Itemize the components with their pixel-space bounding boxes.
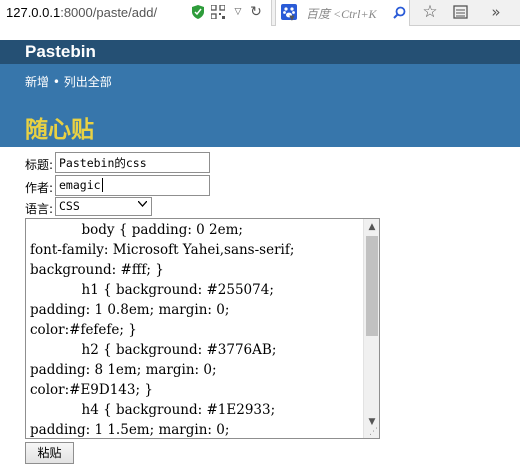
site-header: Pastebin 新增 • 列出全部 随心贴 bbox=[0, 40, 520, 147]
refresh-icon[interactable]: ↻ bbox=[248, 4, 264, 20]
code-line: font-family: Microsoft Yahei,sans-serif; bbox=[30, 242, 295, 258]
title-label: 标题: bbox=[25, 158, 54, 172]
code-line: background: #fff; } bbox=[30, 262, 164, 278]
address-bar[interactable]: 127.0.0.1:8000/paste/add/ ▽ ↻ bbox=[0, 0, 272, 26]
code-line: color:#fefefe; } bbox=[30, 322, 137, 338]
textarea-scrollbar[interactable]: ▲ ▼ bbox=[363, 219, 379, 438]
qr-icon[interactable] bbox=[210, 4, 226, 20]
language-select[interactable]: CSS bbox=[55, 197, 152, 216]
chevron-down-icon bbox=[137, 199, 148, 210]
scroll-thumb[interactable] bbox=[366, 236, 378, 336]
dropdown-icon[interactable]: ▽ bbox=[230, 4, 246, 20]
title-field[interactable]: Pastebin的css bbox=[55, 152, 210, 173]
search-input[interactable]: 百度 <Ctrl+K bbox=[306, 5, 377, 22]
search-bar[interactable]: ▼ 百度 <Ctrl+K bbox=[275, 0, 410, 26]
overflow-icon[interactable]: » bbox=[488, 3, 504, 21]
search-icon[interactable] bbox=[391, 4, 407, 20]
code-line: padding: 8 1em; margin: 0; bbox=[30, 362, 217, 378]
page-heading: 随心贴 bbox=[25, 117, 94, 143]
reader-icon[interactable] bbox=[452, 4, 468, 20]
scroll-up-icon[interactable]: ▲ bbox=[364, 219, 379, 235]
code-line: h2 { background: #3776AB; bbox=[30, 342, 277, 358]
code-line: body { padding: 0 2em; bbox=[30, 222, 243, 238]
site-title: Pastebin bbox=[25, 42, 96, 61]
nav-list-all-link[interactable]: 列出全部 bbox=[64, 75, 112, 89]
code-textarea[interactable]: body { padding: 0 2em; font-family: Micr… bbox=[25, 218, 380, 439]
browser-toolbar: 127.0.0.1:8000/paste/add/ ▽ ↻ ▼ 百度 <Ctrl… bbox=[0, 0, 520, 26]
author-label: 作者: bbox=[25, 181, 54, 195]
shield-icon[interactable] bbox=[190, 4, 206, 20]
search-engine-dropdown-icon[interactable]: ▼ bbox=[288, 14, 296, 22]
code-line: h1 { background: #255074; bbox=[30, 282, 274, 298]
nav-new-link[interactable]: 新增 bbox=[25, 75, 49, 89]
title-bar: Pastebin bbox=[0, 40, 520, 64]
paste-submit-button[interactable]: 粘贴 bbox=[25, 442, 74, 464]
code-line: h4 { background: #1E2933; bbox=[30, 402, 276, 418]
code-line: padding: 1 0.8em; margin: 0; bbox=[30, 302, 230, 318]
author-field[interactable]: emagic bbox=[55, 175, 210, 196]
site-nav: 新增 • 列出全部 bbox=[25, 73, 112, 90]
code-line: color:#E9D143; } bbox=[30, 382, 153, 398]
resize-grip-icon[interactable]: ⋰ bbox=[369, 427, 378, 437]
code-line: padding: 1 1.5em; margin: 0; bbox=[30, 422, 230, 438]
url-text[interactable]: 127.0.0.1:8000/paste/add/ bbox=[6, 5, 157, 20]
star-icon[interactable]: ☆ bbox=[422, 2, 438, 22]
nav-separator: • bbox=[52, 75, 60, 89]
language-label: 语言: bbox=[25, 202, 54, 216]
